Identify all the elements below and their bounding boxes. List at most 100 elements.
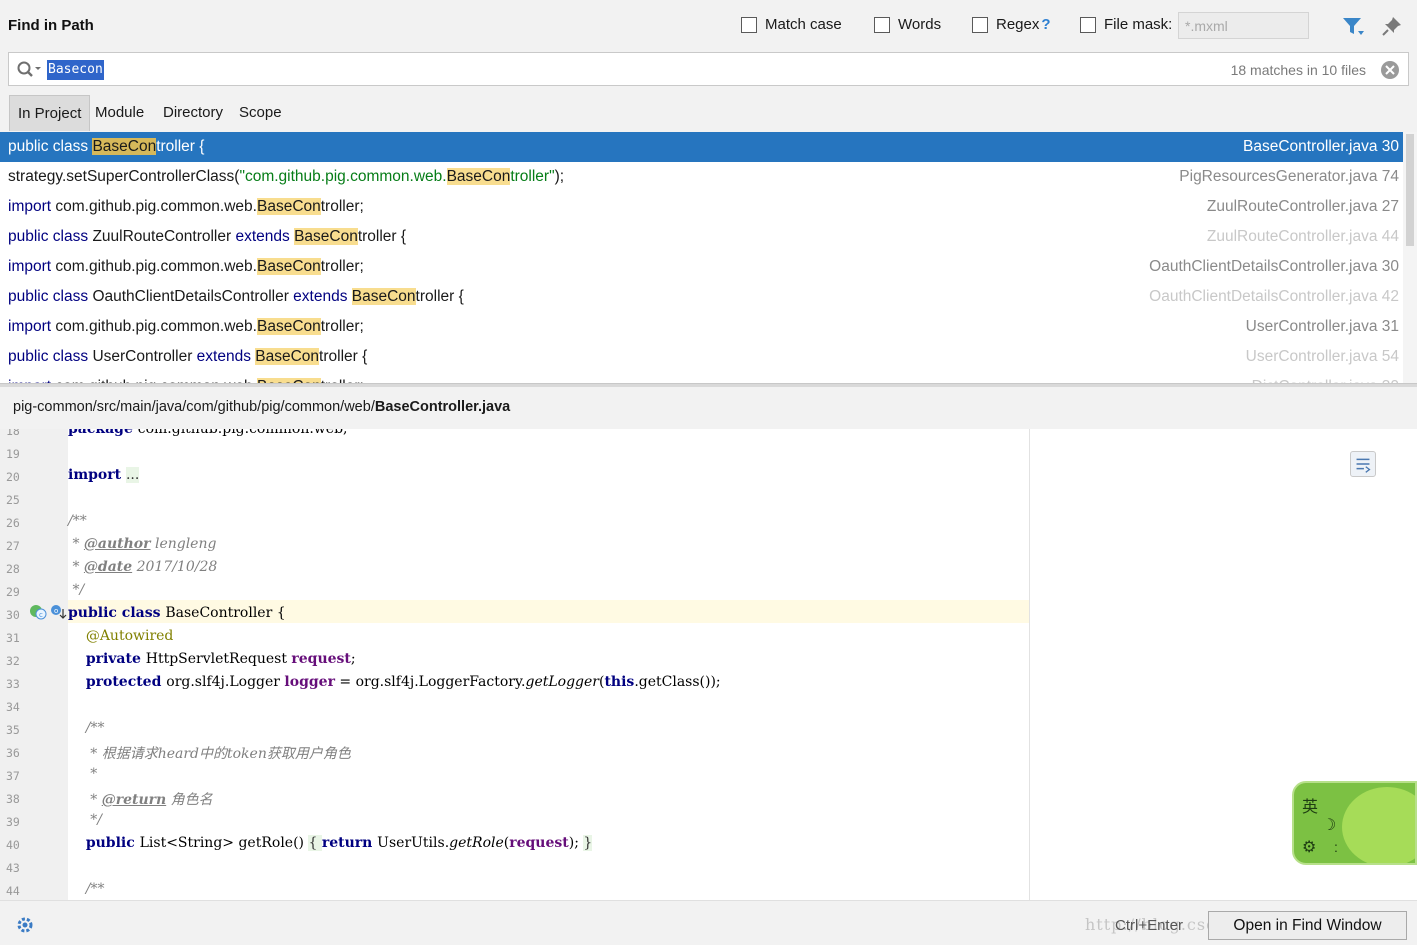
filter-icon[interactable] <box>1341 16 1365 38</box>
line-number: 37 <box>6 769 20 783</box>
results-scrollbar[interactable] <box>1403 132 1417 384</box>
regex-help-link[interactable]: ? <box>1041 16 1050 33</box>
code-token: * <box>68 559 84 575</box>
result-row[interactable]: public class BaseController {BaseControl… <box>0 132 1403 162</box>
code-line: public class BaseController { <box>68 605 286 621</box>
dialog-title: Find in Path <box>8 17 94 34</box>
code-token: { <box>272 605 286 621</box>
tab-scope[interactable]: Scope <box>231 95 290 131</box>
code-preview[interactable]: 18 19 20 25 26 27 28 29 30 31 32 33 34 35 36 37 38 39 40 43… <box>0 429 1417 900</box>
class-hierarchy-icon[interactable]: c o <box>29 603 67 621</box>
code-line: * @return 角色名 <box>68 789 212 809</box>
folded-code[interactable]: ... <box>125 467 140 483</box>
code-line: import ... <box>68 467 140 483</box>
result-row[interactable]: strategy.setSuperControllerClass("com.gi… <box>0 162 1403 192</box>
search-icon[interactable] <box>16 60 42 80</box>
line-number: 36 <box>6 746 20 760</box>
code-line: package com.github.pig.common.web; <box>68 429 348 437</box>
result-text: com.github.pig.common.web. <box>55 198 257 215</box>
result-file-location: OauthClientDetailsController.java 42 <box>1149 288 1399 305</box>
search-query[interactable]: Basecon <box>47 60 104 80</box>
code-line: /** <box>68 513 87 529</box>
match-case-label[interactable]: Match case <box>765 16 842 33</box>
result-file-location: UserController.java 54 <box>1245 348 1399 365</box>
search-input[interactable]: Basecon 18 matches in 10 files <box>8 52 1409 86</box>
line-number: 35 <box>6 723 20 737</box>
ime-moon-icon[interactable]: ☽ <box>1322 815 1336 835</box>
result-file-location: PigResourcesGenerator.java 74 <box>1179 168 1399 185</box>
match-highlight: BaseCon <box>256 318 321 335</box>
line-number: 31 <box>6 631 20 645</box>
result-text: ); <box>554 168 565 185</box>
open-in-find-window-button[interactable]: Open in Find Window <box>1208 911 1407 940</box>
line-number: 27 <box>6 539 20 553</box>
tab-directory[interactable]: Directory <box>155 95 231 131</box>
preview-file-path: pig-common/src/main/java/com/github/pig/… <box>13 399 510 415</box>
preview-settings-icon[interactable] <box>1350 451 1376 477</box>
code-line: * @author lengleng <box>68 536 216 552</box>
file-mask-label[interactable]: File mask: <box>1104 16 1172 33</box>
result-text: troller; <box>320 258 364 275</box>
match-count: 18 matches in 10 files <box>1230 62 1366 78</box>
code-token: request <box>509 835 569 851</box>
words-label[interactable]: Words <box>898 16 941 33</box>
code-token: * <box>68 766 98 782</box>
result-text: import <box>8 258 56 275</box>
tab-module[interactable]: Module <box>87 95 152 131</box>
result-text: public class <box>8 288 93 305</box>
regex-option[interactable]: Regex ? <box>972 16 1051 33</box>
code-token: this <box>604 674 635 690</box>
code-token: */ <box>68 812 102 828</box>
results-scroll-thumb[interactable] <box>1406 134 1414 246</box>
result-row[interactable]: public class ZuulRouteController extends… <box>0 222 1403 252</box>
line-number: 38 <box>6 792 20 806</box>
match-highlight: BaseCon <box>351 288 416 305</box>
settings-gear-icon[interactable] <box>16 916 34 934</box>
code-line: * @date 2017/10/28 <box>68 559 217 575</box>
code-token: */ <box>68 582 85 598</box>
words-option[interactable]: Words <box>874 16 941 33</box>
code-token: List<String> getRole() <box>139 835 309 851</box>
code-token: request <box>291 651 351 667</box>
code-line: * 根据请求heard中的token获取用户角色 <box>68 743 351 763</box>
ime-gear-icon[interactable]: ⚙ <box>1302 837 1316 857</box>
code-line: @Autowired <box>68 628 174 644</box>
ime-status-widget[interactable]: 英 ☽ ⚙ : <box>1292 781 1417 865</box>
result-text: troller { <box>156 138 205 155</box>
ime-punctuation-icon[interactable]: : <box>1334 839 1338 855</box>
result-row[interactable]: public class UserController extends Base… <box>0 342 1403 372</box>
folded-code[interactable]: } <box>583 835 593 851</box>
line-number: 20 <box>6 470 20 484</box>
pin-icon[interactable] <box>1381 15 1403 37</box>
file-mask-checkbox[interactable] <box>1080 16 1096 33</box>
result-text: public class <box>8 348 93 365</box>
clear-icon[interactable] <box>1380 60 1400 80</box>
tab-in-project[interactable]: In Project <box>9 95 91 131</box>
code-token: public class <box>68 605 166 621</box>
file-mask-option[interactable]: File mask: <box>1080 16 1172 33</box>
code-token: @author <box>83 536 151 552</box>
match-case-option[interactable]: Match case <box>741 16 842 33</box>
folded-code[interactable]: { <box>308 835 322 851</box>
result-row[interactable]: import com.github.pig.common.web.BaseCon… <box>0 252 1403 282</box>
result-row[interactable]: public class OauthClientDetailsControlle… <box>0 282 1403 312</box>
code-token: * <box>68 536 84 552</box>
result-text: import <box>8 198 56 215</box>
ime-language-label[interactable]: 英 <box>1302 793 1318 817</box>
words-checkbox[interactable] <box>874 16 890 33</box>
file-mask-input[interactable]: *.mxml <box>1178 12 1309 39</box>
result-row[interactable]: import com.github.pig.common.web.BaseCon… <box>0 312 1403 342</box>
regex-checkbox[interactable] <box>972 16 988 33</box>
code-token: /** <box>68 881 105 897</box>
code-token: return <box>321 835 378 851</box>
code-line: * <box>68 766 97 782</box>
result-row[interactable]: import com.github.pig.common.web.BaseCon… <box>0 192 1403 222</box>
match-highlight: BaseCon <box>255 348 320 365</box>
line-number: 18 <box>6 429 20 438</box>
match-case-checkbox[interactable] <box>741 16 757 33</box>
code-token: getRole <box>449 835 504 851</box>
regex-label[interactable]: Regex <box>996 16 1039 33</box>
result-text: "com.github.pig.common.web. <box>239 168 447 185</box>
